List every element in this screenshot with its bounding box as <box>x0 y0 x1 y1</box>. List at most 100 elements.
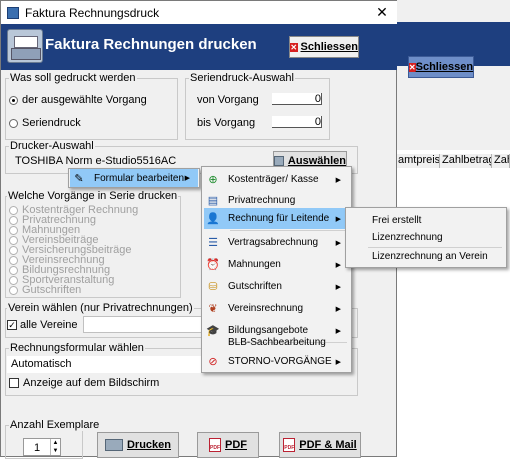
chevron-right-icon: ▶ <box>184 175 190 182</box>
series-radio <box>9 216 18 225</box>
pdf-mail-button[interactable]: PDF & Mail <box>279 432 361 458</box>
copies-spinner[interactable]: 1 ▲ ▼ <box>23 438 61 456</box>
radio-selected-transaction[interactable] <box>9 96 18 105</box>
series-radio <box>9 236 18 245</box>
radio-serial-label: Seriendruck <box>22 117 81 129</box>
page-title: Faktura Rechnungen drucken <box>45 36 257 53</box>
form-select-value: Automatisch <box>11 358 72 370</box>
series-radio <box>9 256 18 265</box>
close-icon: ✕ <box>408 62 416 72</box>
menu-item-edit-form[interactable]: ✎ Formular bearbeiten ▶ <box>70 169 198 187</box>
radio-serial[interactable] <box>9 119 18 128</box>
chevron-right-icon: ▶ <box>335 215 341 223</box>
menu-item-label: Privatrechnung <box>228 195 296 206</box>
series-radio <box>9 286 18 295</box>
copies-label: Anzahl Exemplare <box>9 419 101 431</box>
printer-icon <box>7 29 43 63</box>
select-printer-label: Auswählen <box>287 154 346 167</box>
to-input[interactable]: 0 <box>272 116 322 128</box>
menu-item-reminders[interactable]: ⏰ Mahnungen ▶ <box>204 254 349 275</box>
chevron-right-icon: ▶ <box>335 283 341 291</box>
background-close-button[interactable]: ✕ Schliessen <box>408 56 474 78</box>
window-title: Faktura Rechnungsdruck <box>25 5 160 20</box>
chevron-right-icon: ▶ <box>335 358 341 366</box>
header-banner: Faktura Rechnungen drucken ✕ Schliessen <box>1 24 397 70</box>
print-button[interactable]: Drucken <box>97 432 179 458</box>
show-screen-label: Anzeige auf dem Bildschirm <box>23 377 160 389</box>
pdf-mail-button-label: PDF & Mail <box>299 439 357 451</box>
radio-selected-label: der ausgewählte Vorgang <box>22 94 147 106</box>
to-label: bis Vorgang <box>197 117 256 129</box>
menu-item-contract-billing[interactable]: ☰ Vertragsabrechnung ▶ <box>204 232 349 253</box>
menu-item-label: Vereinsrechnung <box>228 303 304 314</box>
menu-item-cost-carrier[interactable]: ⊕ Kostenträger/ Kasse ▶ <box>204 169 349 190</box>
alarm-clock-icon: ⏰ <box>206 259 220 271</box>
coins-icon: ⛁ <box>208 281 218 293</box>
column-header[interactable]: Zahlbetrag <box>440 154 492 168</box>
series-option-label: Gutschriften <box>22 284 82 296</box>
printer-name: TOSHIBA Norm e-Studio5516AC <box>15 155 177 167</box>
invoice-icon: ▤ <box>207 195 219 207</box>
from-input[interactable]: 0 <box>272 93 322 105</box>
menu-item-label: Mahnungen <box>228 259 281 270</box>
club-group-label: Verein wählen (nur Privatrechnungen) <box>7 302 194 314</box>
pdf-icon <box>209 438 221 452</box>
close-button-label: Schliessen <box>300 41 358 53</box>
app-icon <box>7 6 19 19</box>
series-radio <box>9 266 18 275</box>
copies-value: 1 <box>34 442 41 454</box>
document-icon: ☰ <box>208 237 218 249</box>
plus-circle-icon: ⊕ <box>208 174 218 186</box>
pdf-mail-icon <box>283 438 296 452</box>
chevron-right-icon: ▶ <box>335 239 341 247</box>
serial-range-group <box>185 78 330 140</box>
menu-item-credit-notes[interactable]: ⛁ Gutschriften ▶ <box>204 276 349 297</box>
chevron-right-icon: ▶ <box>335 305 341 313</box>
menu-item-license-invoice-club[interactable]: Lizenzrechnung an Verein <box>348 246 504 267</box>
printer-group-label: Drucker-Auswahl <box>9 140 95 152</box>
spinner-arrows-icon[interactable]: ▲ ▼ <box>50 439 60 455</box>
prohibited-icon: ⊘ <box>208 356 218 368</box>
all-clubs-label: alle Vereine <box>20 319 78 331</box>
column-header[interactable]: amtpreis <box>396 154 440 168</box>
background-close-label: Schliessen <box>415 61 474 73</box>
print-what-group <box>5 78 178 140</box>
person-icon: 👤 <box>206 213 220 225</box>
print-button-label: Drucken <box>126 439 172 451</box>
close-button[interactable]: ✕ Schliessen <box>289 36 359 58</box>
series-radio <box>9 246 18 255</box>
close-icon: ✕ <box>290 42 298 52</box>
form-select[interactable]: Automatisch <box>7 356 207 373</box>
menu-item-storno[interactable]: ⊘ STORNO-VORGÄNGE ▶ <box>204 351 349 372</box>
serial-range-label: Seriendruck-Auswahl <box>189 72 295 84</box>
series-radio <box>9 226 18 235</box>
menu-item-leaders-invoice[interactable]: 👤 Rechnung für Leitende ▶ <box>204 208 349 229</box>
handshake-icon: ❦ <box>208 303 218 315</box>
print-what-label: Was soll gedruckt werden <box>9 72 137 84</box>
menu-item-label: BLB-Sachbearbeitung <box>228 337 326 348</box>
blank-icon <box>206 336 220 350</box>
context-menu: ✎ Formular bearbeiten ▶ <box>68 168 200 188</box>
series-types-label: Welche Vorgänge in Serie drucken <box>7 190 179 202</box>
menu-separator <box>230 230 347 231</box>
printer-icon <box>274 155 284 166</box>
pdf-button-label: PDF <box>225 439 247 451</box>
pencil-icon: ✎ <box>74 172 84 185</box>
column-header[interactable]: Zah <box>492 154 510 168</box>
series-radio <box>9 206 18 215</box>
chevron-right-icon: ▶ <box>335 176 341 184</box>
menu-item-blb-processing[interactable]: BLB-Sachbearbeitung <box>204 332 349 353</box>
chevron-right-icon: ▶ <box>335 261 341 269</box>
menu-item-license-invoice[interactable]: Lizenzrechnung <box>348 227 504 248</box>
close-icon[interactable]: ✕ <box>375 4 389 21</box>
pdf-button[interactable]: PDF <box>197 432 259 458</box>
background-grid-header: amtpreis Zahlbetrag Zah <box>396 154 510 168</box>
series-radio <box>9 276 18 285</box>
menu-item-label: Rechnung für Leitende <box>228 213 330 224</box>
menu-item-label: Vertragsabrechnung <box>228 237 319 248</box>
show-screen-checkbox[interactable] <box>9 378 19 388</box>
menu-item-club-invoice[interactable]: ❦ Vereinsrechnung ▶ <box>204 298 349 319</box>
menu-item-label: Kostenträger/ Kasse <box>228 174 319 185</box>
all-clubs-checkbox[interactable]: ✓ <box>7 320 17 330</box>
title-bar: Faktura Rechnungsdruck ✕ <box>1 1 397 24</box>
